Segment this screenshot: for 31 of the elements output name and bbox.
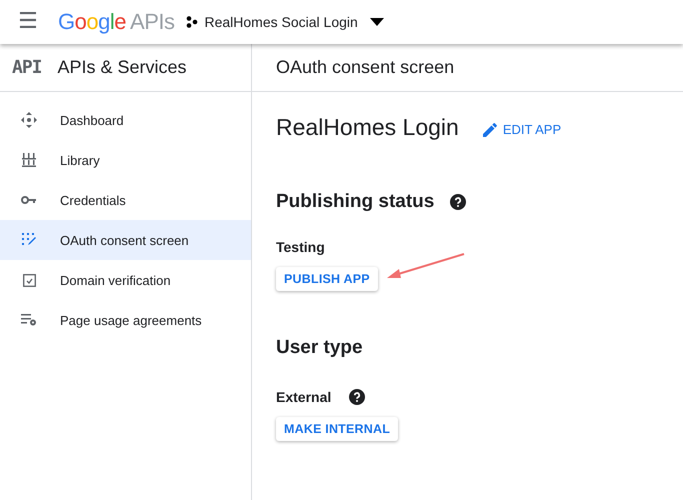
sidebar-title: APIs & Services xyxy=(58,57,187,78)
consent-icon xyxy=(22,233,36,247)
app-name: RealHomes Login xyxy=(276,114,459,141)
project-dots-icon xyxy=(186,16,198,28)
sidebar-item[interactable]: Dashboard xyxy=(0,100,251,140)
pencil-icon xyxy=(482,122,497,136)
key-icon xyxy=(21,195,37,205)
help-icon[interactable] xyxy=(450,194,466,210)
action-button[interactable]: MAKE INTERNAL xyxy=(276,417,398,441)
api-label: API xyxy=(12,57,42,78)
library-icon xyxy=(22,153,36,167)
sidebar-item[interactable]: OAuth consent screen xyxy=(0,220,251,260)
caret-icon xyxy=(370,18,384,26)
page-title: OAuth consent screen xyxy=(252,44,683,92)
sidebar-item[interactable]: Page usage agreements xyxy=(0,300,251,340)
edit-app-button[interactable]: EDIT APP xyxy=(480,118,564,141)
settings-list-icon xyxy=(21,314,37,326)
google-apis-logo[interactable]: Google APIs xyxy=(58,9,174,35)
checkbox-icon xyxy=(22,274,36,286)
section-heading: Publishing status xyxy=(276,191,434,213)
help-icon[interactable] xyxy=(349,389,366,405)
project-selector[interactable]: RealHomes Social Login xyxy=(186,14,384,30)
sidebar-item[interactable]: Domain verification xyxy=(0,260,251,300)
menu-button[interactable]: ☰ xyxy=(16,11,40,33)
status-text: External xyxy=(276,389,332,405)
action-button[interactable]: PUBLISH APP xyxy=(276,267,378,291)
dashboard-icon xyxy=(21,112,37,128)
sidebar-item[interactable]: Credentials xyxy=(0,180,251,220)
status-text: Testing xyxy=(276,239,325,255)
section-heading: User type xyxy=(276,337,363,359)
sidebar-item[interactable]: Library xyxy=(0,140,251,180)
